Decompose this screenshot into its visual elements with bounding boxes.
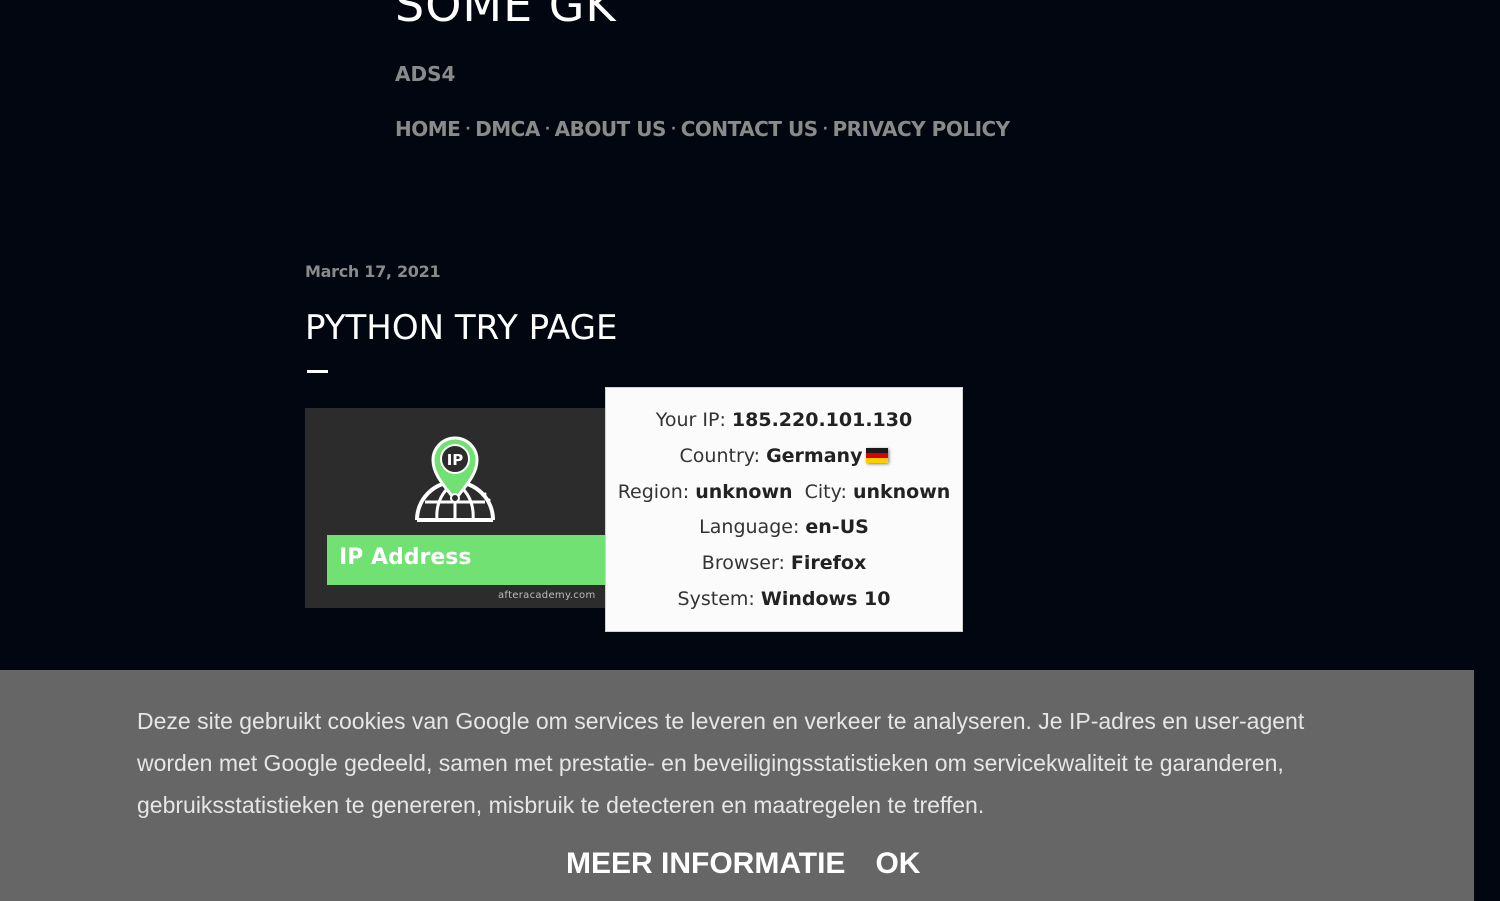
- system-row: System: Windows 10: [606, 588, 962, 610]
- nav-dmca[interactable]: DMCA: [475, 117, 540, 141]
- page: SOME GK ADS4 HOME · DMCA · ABOUT US · CO…: [0, 0, 1500, 901]
- language-label: Language:: [699, 516, 800, 538]
- site-title[interactable]: SOME GK: [395, 0, 617, 32]
- ip-info-card: Your IP: 185.220.101.130 Country: German…: [605, 387, 963, 632]
- country-row: Country: Germany: [606, 445, 962, 467]
- ip-address-banner: IP Address: [327, 535, 605, 585]
- germany-flag-icon: [866, 448, 889, 463]
- site-description: ADS4: [395, 62, 456, 86]
- cookie-actions: MEER INFORMATIE OK: [566, 847, 920, 881]
- browser-value: Firefox: [790, 552, 867, 574]
- nav-separator: ·: [822, 121, 828, 137]
- city-value: unknown: [852, 481, 951, 503]
- region-value: unknown: [695, 481, 793, 503]
- browser-row: Browser: Firefox: [606, 552, 962, 574]
- nav-separator: ·: [465, 121, 471, 137]
- nav-home[interactable]: HOME: [395, 117, 461, 141]
- title-divider: [307, 370, 328, 373]
- post-date[interactable]: March 17, 2021: [305, 262, 441, 281]
- system-value: Windows 10: [760, 588, 891, 610]
- location-pin-globe-icon: IP: [415, 436, 495, 522]
- language-row: Language: en-US: [606, 516, 962, 538]
- post-title[interactable]: PYTHON TRY PAGE: [305, 308, 617, 348]
- country-label: Country:: [679, 445, 761, 467]
- city-label: City:: [804, 481, 847, 503]
- country-value: Germany: [766, 445, 863, 467]
- image-credit: afteracademy.com: [498, 590, 596, 601]
- region-city-row: Region: unknown City: unknown: [606, 481, 962, 503]
- cookie-notice-text: Deze site gebruikt cookies van Google om…: [137, 708, 1305, 818]
- nav-separator: ·: [670, 121, 676, 137]
- ip-address-label: IP Address: [339, 545, 472, 570]
- nav-privacy-policy[interactable]: PRIVACY POLICY: [832, 117, 1010, 141]
- ip-value: 185.220.101.130: [731, 409, 913, 431]
- main-nav: HOME · DMCA · ABOUT US · CONTACT US · PR…: [395, 117, 1010, 141]
- ip-row: Your IP: 185.220.101.130: [606, 409, 962, 431]
- system-label: System:: [677, 588, 755, 610]
- ip-label: Your IP:: [655, 409, 726, 431]
- cookie-consent-bar: Deze site gebruikt cookies van Google om…: [0, 670, 1474, 901]
- nav-contact-us[interactable]: CONTACT US: [681, 117, 818, 141]
- nav-separator: ·: [544, 121, 550, 137]
- nav-about-us[interactable]: ABOUT US: [555, 117, 667, 141]
- language-value: en-US: [805, 516, 869, 538]
- browser-label: Browser:: [701, 552, 785, 574]
- more-info-link[interactable]: MEER INFORMATIE: [566, 847, 845, 881]
- ok-button[interactable]: OK: [875, 847, 920, 881]
- pin-ip-text: IP: [447, 451, 464, 469]
- region-label: Region:: [617, 481, 690, 503]
- ip-address-image: IP IP Address afteracademy.com: [305, 408, 605, 608]
